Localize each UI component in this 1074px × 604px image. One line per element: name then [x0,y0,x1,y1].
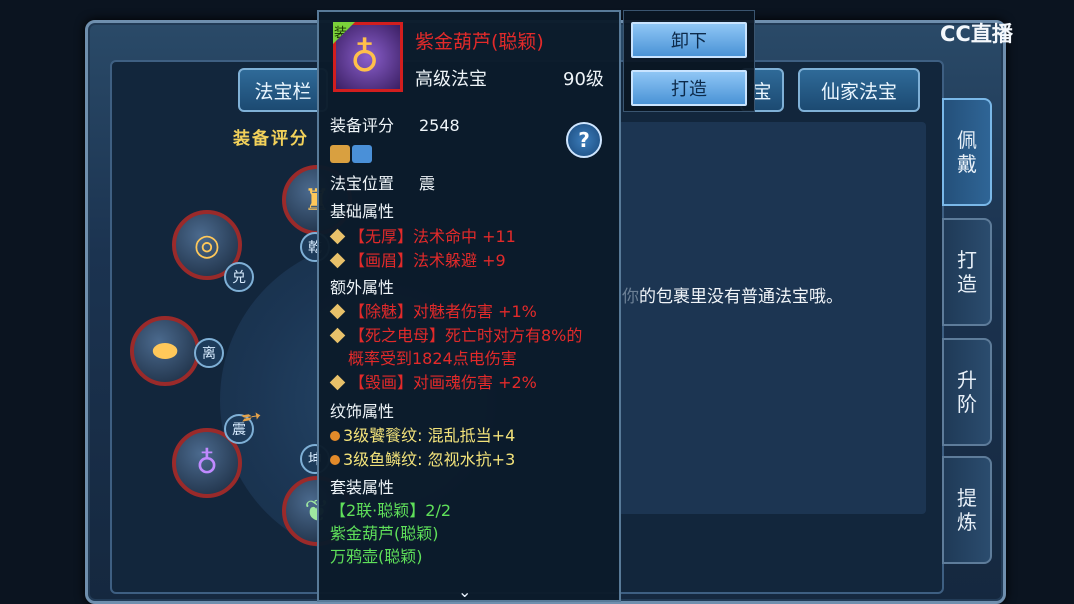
set-item: 紫金葫芦(聪颖) [330,524,439,543]
position-label: 法宝位置 [330,174,395,193]
pattern-attr-header: 纹饰属性 [330,402,395,421]
side-tab-wear[interactable]: 佩 戴 [942,98,992,206]
extra-attr-continuation: 概率受到1824点电伤害 [348,349,517,368]
orb-icon [330,431,340,441]
item-grade: 高级法宝 [415,69,487,90]
extra-attr-line: 【毁画】对画魂伤害 +2% [329,373,537,393]
position-value: 震 [419,174,436,193]
pattern-attr-text: 3级鱼鳞纹: 忽视水抗+3 [343,450,516,469]
side-tab-label: 升 阶 [957,368,977,416]
orb-icon [330,455,340,465]
extra-attr-text: 【死之电母】死亡时对方有8%的 [349,326,583,345]
trigram-dui: 兑 [224,262,254,292]
side-tab-upgrade[interactable]: 升 阶 [942,338,992,446]
gourd-glyph-icon: ♁ [350,35,380,81]
diamond-icon [329,303,346,320]
gourd-item-icon: ♁ [196,445,218,481]
unequip-button[interactable]: 卸下 [631,22,747,58]
slot-li[interactable]: ⬬ [130,316,200,386]
extra-attr-text: 【除魅】对魅者伤害 +1% [349,302,537,321]
tooltip-score-label: 装备评分 [330,116,395,135]
base-attr-line: 【画眉】法术躲避 +9 [329,251,506,271]
tab-xianjia-fabao[interactable]: 仙家法宝 [798,68,920,112]
side-tab-refine[interactable]: 提 炼 [942,456,992,564]
empty-msg-text: 的包裹里没有普通法宝哦。 [639,287,843,307]
extra-attr-line: 【死之电母】死亡时对方有8%的 [329,326,583,346]
item-level: 90级 [563,69,604,90]
scroll-down-chevron-icon[interactable]: ⌄ [458,582,471,601]
base-attr-header: 基础属性 [330,202,395,221]
item-name: 紫金葫芦(聪颖) [415,31,544,53]
side-tab-label: 提 炼 [957,486,977,534]
side-tab-label: 佩 戴 [957,128,977,176]
extra-attr-text: 【毁画】对画魂伤害 +2% [349,373,537,392]
ingot-item-icon: ⬬ [152,333,178,369]
gem-slot-icon [330,145,350,163]
diamond-icon [329,327,346,344]
extra-attr-line: 【除魅】对魅者伤害 +1% [329,302,537,322]
help-icon[interactable]: ? [566,122,602,158]
extra-attr-header: 额外属性 [330,278,395,297]
gem-slot-icon [352,145,372,163]
set-attr-header: 套装属性 [330,478,395,497]
base-attr-text: 【画眉】法术躲避 +9 [349,251,506,270]
empty-bag-message: 你的包裹里没有普通法宝哦。 [622,282,843,307]
tooltip-score-value: 2548 [419,116,460,135]
set-item: 万鸦壶(聪颖) [330,547,423,566]
diamond-icon [329,252,346,269]
pattern-attr-line: 3级饕餮纹: 混乱抵当+4 [330,426,515,446]
side-tab-label: 打 造 [957,248,977,296]
equip-score-label: 装备评分 [233,129,309,149]
cc-live-watermark-logo: CC直播 [940,22,1013,46]
tab-fabao[interactable]: 法宝栏 [238,68,328,112]
set-name: 【2联·聪颖】2/2 [330,501,452,520]
empty-msg-faded: 你 [622,287,639,307]
diamond-icon [329,228,346,245]
side-tab-forge[interactable]: 打 造 [942,218,992,326]
trigram-li: 离 [194,338,224,368]
forge-button[interactable]: 打造 [631,70,747,106]
pattern-attr-line: 3级鱼鳞纹: 忽视水抗+3 [330,450,515,470]
base-attr-line: 【无厚】法术命中 +11 [329,227,516,247]
pattern-attr-text: 3级饕餮纹: 混乱抵当+4 [343,426,516,445]
diamond-icon [329,374,346,391]
base-attr-text: 【无厚】法术命中 +11 [349,227,516,246]
